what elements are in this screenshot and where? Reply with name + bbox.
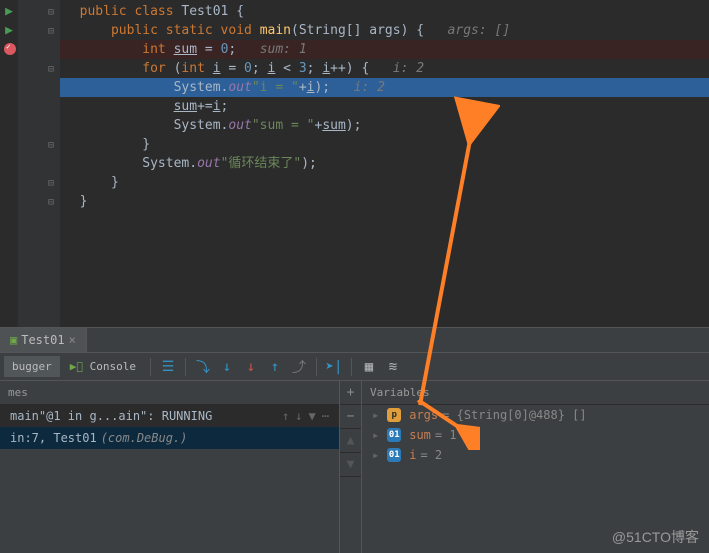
next-frame-icon[interactable]: ↓ [295, 409, 302, 423]
debugger-toolbar: bugger ▶⃞ Console ☰ ⤵ ↓ ↓ ↑ ⤴ ➤| ▦ ≋ [0, 353, 709, 381]
fold-icon[interactable]: ⊟ [18, 135, 60, 154]
fold-icon[interactable]: ⊟ [18, 173, 60, 192]
run-gutter: ▶ ▶ ✓ [0, 0, 18, 327]
code-line: sum+=i; [60, 97, 709, 116]
debugger-panels: mes main"@1 in g...ain": RUNNING ↑ ↓ ▼ ⋯… [0, 381, 709, 553]
evaluate-expression-icon[interactable]: ▦ [358, 356, 380, 378]
watermark: @51CTO博客 [612, 527, 699, 547]
frames-panel: mes main"@1 in g...ain": RUNNING ↑ ↓ ▼ ⋯… [0, 381, 340, 553]
fold-icon[interactable]: ⊟ [18, 21, 60, 40]
more-icon[interactable]: ⋯ [322, 409, 329, 423]
prev-frame-icon[interactable]: ↑ [282, 409, 289, 423]
fold-icon[interactable]: ⊟ [18, 59, 60, 78]
code-line-execution-point: System.out"i = "+i); i: 2 [60, 78, 709, 97]
frames-header: mes [0, 381, 339, 405]
trace-icon[interactable]: ≋ [382, 356, 404, 378]
code-line: System.out"sum = "+sum); [60, 116, 709, 135]
up-icon[interactable]: ▲ [340, 429, 361, 453]
code-line: public class Test01 { [60, 2, 709, 21]
code-line: public static void main(String[] args) {… [60, 21, 709, 40]
line-number-gutter: ⊟ ⊟ ⊟ ⊟ ⊟ ⊟ [18, 0, 60, 327]
filter-icon[interactable]: ▼ [309, 409, 316, 423]
code-line: } [60, 135, 709, 154]
variable-row[interactable]: ▸01i = 2 [362, 445, 709, 465]
code-line: for (int i = 0; i < 3; i++) { i: 2 [60, 59, 709, 78]
code-line: } [60, 173, 709, 192]
debug-session-tab[interactable]: ▣Test01× [0, 328, 87, 352]
run-icon[interactable]: ▶ [0, 2, 18, 21]
step-out-icon[interactable]: ↑ [264, 356, 286, 378]
fold-icon[interactable]: ⊟ [18, 192, 60, 211]
variable-row[interactable]: ▸pargs = {String[0]@488} [] [362, 405, 709, 425]
code-line: } [60, 192, 709, 211]
code-editor: ▶ ▶ ✓ ⊟ ⊟ ⊟ ⊟ ⊟ ⊟ public class Test01 { … [0, 0, 709, 327]
step-over-icon[interactable]: ⤵ [192, 356, 214, 378]
breakpoint-icon[interactable]: ✓ [0, 40, 18, 59]
add-watch-icon[interactable]: + [340, 381, 361, 405]
threads-icon[interactable]: ☰ [157, 356, 179, 378]
thread-row[interactable]: main"@1 in g...ain": RUNNING ↑ ↓ ▼ ⋯ [0, 405, 339, 427]
watch-sidebar: + − ▲ ▼ [340, 381, 362, 553]
variable-row[interactable]: ▸01sum = 1 [362, 425, 709, 445]
debug-tool-window-header: ▣Test01× [0, 327, 709, 353]
variables-header: Variables [362, 381, 709, 405]
tab-debugger[interactable]: bugger [4, 356, 60, 377]
remove-watch-icon[interactable]: − [340, 405, 361, 429]
code-line: System.out"循环结束了"); [60, 154, 709, 173]
code-line-breakpoint: int sum = 0; sum: 1 [60, 40, 709, 59]
fold-icon[interactable]: ⊟ [18, 2, 60, 21]
step-into-icon[interactable]: ↓ [216, 356, 238, 378]
drop-frame-icon[interactable]: ⤴ [288, 356, 310, 378]
run-icon[interactable]: ▶ [0, 21, 18, 40]
code-area[interactable]: public class Test01 { public static void… [60, 0, 709, 327]
run-to-cursor-icon[interactable]: ➤| [323, 356, 345, 378]
force-step-into-icon[interactable]: ↓ [240, 356, 262, 378]
stack-frame-row[interactable]: in:7, Test01 (com.DeBug.) [0, 427, 339, 449]
down-icon[interactable]: ▼ [340, 453, 361, 477]
tab-console[interactable]: ▶⃞ Console [62, 356, 144, 377]
